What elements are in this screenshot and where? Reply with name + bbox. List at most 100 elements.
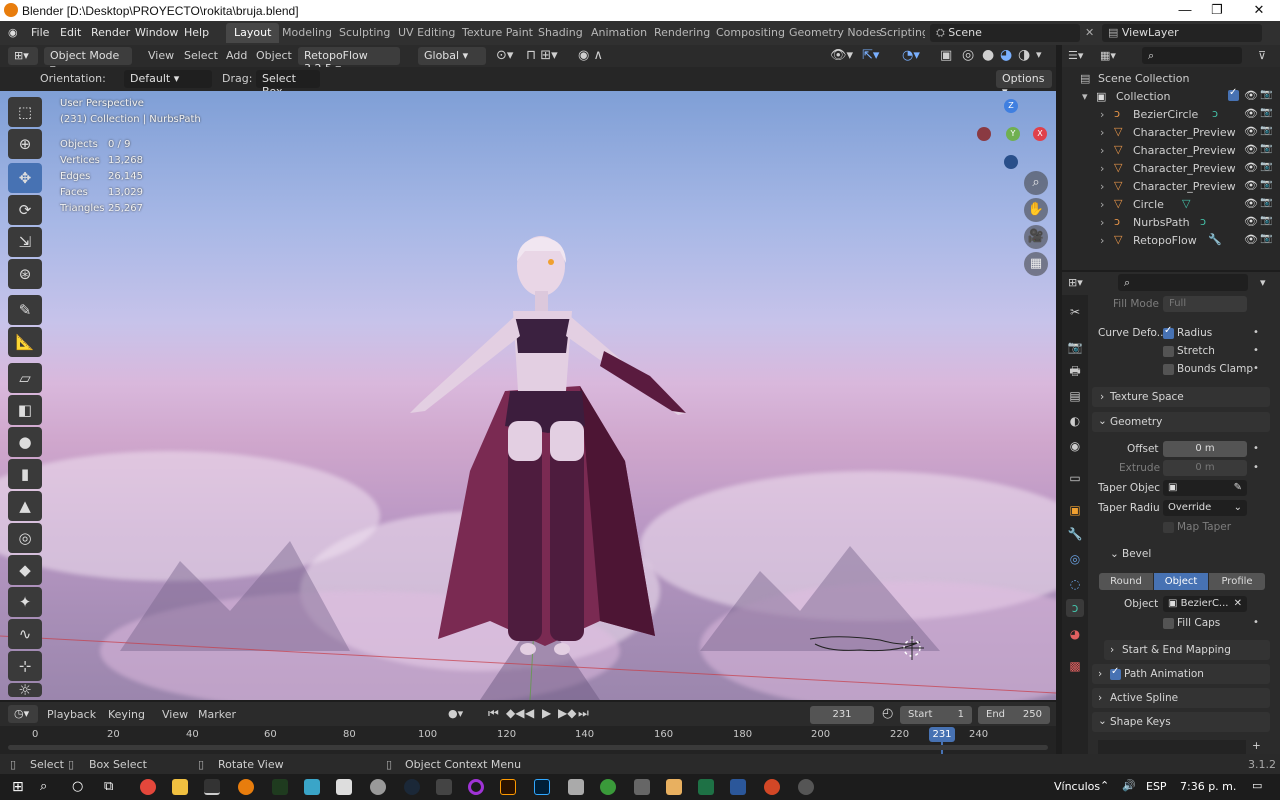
tab-modeling[interactable]: Modeling bbox=[282, 26, 332, 39]
tab-shading[interactable]: Shading bbox=[538, 26, 583, 39]
geometry-panel[interactable]: ⌄ Geometry bbox=[1092, 412, 1270, 432]
add-light-icon[interactable]: ☼ bbox=[8, 683, 42, 698]
expand-right-icon[interactable]: › bbox=[1100, 198, 1104, 211]
shading-options-icon[interactable]: ▾ bbox=[1036, 48, 1042, 61]
outliner-item[interactable]: › ↄ NurbsPath ↄ 👁 📷 bbox=[1062, 213, 1280, 231]
app-icon[interactable] bbox=[370, 779, 386, 795]
gizmo-z-axis[interactable]: Z bbox=[1004, 99, 1018, 113]
animate-dot-icon[interactable]: • bbox=[1253, 462, 1259, 473]
expand-right-icon[interactable]: › bbox=[1100, 108, 1104, 121]
taper-object-field[interactable]: ▣ ✎ bbox=[1163, 480, 1247, 496]
mode-dropdown[interactable]: Object Mode ▾ bbox=[44, 47, 132, 75]
offset-field[interactable]: 0 m bbox=[1163, 441, 1247, 457]
app-icon[interactable] bbox=[336, 779, 352, 795]
start-frame-field[interactable]: Start 1 bbox=[900, 706, 972, 724]
jump-end-icon[interactable]: ⏭ bbox=[578, 706, 589, 721]
retopoflow-menu[interactable]: RetopoFlow 3.2.5 ▾ bbox=[298, 47, 400, 75]
collection-checkbox[interactable] bbox=[1228, 87, 1239, 101]
animate-dot-icon[interactable]: • bbox=[1253, 363, 1259, 374]
bevel-mode-round[interactable]: Round bbox=[1099, 573, 1153, 590]
expand-right-icon[interactable]: › bbox=[1100, 162, 1104, 175]
timeline-scrollbar[interactable] bbox=[8, 745, 1048, 750]
active-spline-panel[interactable]: › Active Spline bbox=[1092, 688, 1270, 708]
add-sphere-icon[interactable]: ● bbox=[8, 427, 42, 457]
add-curve-icon[interactable]: ∿ bbox=[8, 619, 42, 649]
expand-right-icon[interactable]: › bbox=[1100, 180, 1104, 193]
path-animation-checkbox[interactable] bbox=[1110, 666, 1121, 680]
3d-viewport[interactable]: User Perspective (231) Collection | Nurb… bbox=[0, 91, 1056, 700]
eye-icon[interactable]: 👁 bbox=[1244, 161, 1258, 174]
add-mesh-icon[interactable]: ◆ bbox=[8, 555, 42, 585]
chrome-icon[interactable] bbox=[140, 779, 156, 795]
editor-type-icon[interactable]: ⊞▾ bbox=[8, 47, 38, 65]
blender-menu-icon[interactable]: ◉ bbox=[8, 26, 18, 39]
tab-rendering[interactable]: Rendering bbox=[654, 26, 710, 39]
gizmo-neg-x-axis[interactable] bbox=[977, 127, 991, 141]
outliner-item[interactable]: › ▽ Character_Preview 👁 📷 bbox=[1062, 141, 1280, 159]
play-reverse-icon[interactable]: ◀ bbox=[525, 706, 534, 720]
render-tab-icon[interactable]: 📷 bbox=[1066, 338, 1084, 356]
scene-tab-icon[interactable]: ◐ bbox=[1066, 412, 1084, 430]
start-end-mapping-panel[interactable]: › Start & End Mapping bbox=[1104, 640, 1270, 660]
eye-icon[interactable]: 👁 bbox=[1244, 107, 1258, 120]
pan-hand-icon[interactable]: ✋ bbox=[1024, 198, 1048, 222]
outliner-item[interactable]: › ▽ Character_Preview 👁 📷 bbox=[1062, 159, 1280, 177]
menu-edit[interactable]: Edit bbox=[60, 26, 81, 39]
notifications-icon[interactable]: ▭ bbox=[1252, 779, 1262, 792]
end-frame-field[interactable]: End 250 bbox=[978, 706, 1050, 724]
shading-wireframe-icon[interactable]: ◎ bbox=[962, 47, 974, 63]
outliner-item[interactable]: › ↄ BezierCircle ↄ 👁 📷 bbox=[1062, 105, 1280, 123]
view-layer-selector[interactable]: ▤ ViewLayer bbox=[1102, 24, 1262, 42]
object-tab-icon[interactable]: ▣ bbox=[1066, 501, 1084, 519]
tray-links-label[interactable]: Vínculos bbox=[1054, 780, 1100, 793]
eye-icon[interactable]: 👁 bbox=[1244, 215, 1258, 228]
outliner-item[interactable]: › ▽ Circle ▽ 👁 📷 bbox=[1062, 195, 1280, 213]
tab-layout[interactable]: Layout bbox=[226, 23, 280, 43]
tab-geometry-nodes[interactable]: Geometry Nodes bbox=[789, 26, 882, 39]
perspective-grid-icon[interactable]: ▦ bbox=[1024, 252, 1048, 276]
properties-options-icon[interactable]: ▾ bbox=[1260, 276, 1266, 289]
tray-arrow-icon[interactable]: ⌃ bbox=[1100, 779, 1109, 792]
powerpoint-icon[interactable] bbox=[764, 779, 780, 795]
gizmo-toggle-icon[interactable]: ⇱▾ bbox=[862, 48, 879, 63]
render-camera-icon[interactable]: 📷 bbox=[1260, 89, 1272, 100]
outliner-item[interactable]: › ▽ Character_Preview 👁 📷 bbox=[1062, 177, 1280, 195]
outliner-item[interactable]: › ▽ Character_Preview 👁 📷 bbox=[1062, 123, 1280, 141]
maximize-button[interactable]: ❐ bbox=[1202, 2, 1232, 18]
render-camera-icon[interactable]: 📷 bbox=[1260, 107, 1272, 118]
menu-marker[interactable]: Marker bbox=[198, 708, 236, 721]
photoshop-icon[interactable] bbox=[534, 779, 550, 795]
timeline-ruler[interactable]: 0 20 40 60 80 100 120 140 160 180 200 22… bbox=[0, 726, 1056, 754]
close-button[interactable]: ✕ bbox=[1244, 2, 1274, 18]
search-icon[interactable]: ⌕ bbox=[40, 779, 47, 794]
shading-solid-icon[interactable]: ● bbox=[982, 47, 994, 63]
app-icon[interactable] bbox=[666, 779, 682, 795]
shading-material-icon[interactable]: ◕ bbox=[1000, 47, 1012, 63]
curve-data-tab-icon[interactable]: ↄ bbox=[1066, 599, 1084, 617]
steam-icon[interactable] bbox=[404, 779, 420, 795]
prev-keyframe-icon[interactable]: ◆◀ bbox=[506, 706, 524, 720]
orientation-dropdown[interactable]: Default ▾ bbox=[124, 70, 212, 88]
render-camera-icon[interactable]: 📷 bbox=[1260, 179, 1272, 190]
xray-icon[interactable]: ▣ bbox=[940, 48, 952, 63]
eyedropper-icon[interactable]: ✎ bbox=[1234, 480, 1242, 496]
menu-playback[interactable]: Playback bbox=[47, 708, 96, 721]
material-tab-icon[interactable]: ◕ bbox=[1066, 625, 1084, 643]
file-explorer-icon[interactable] bbox=[172, 779, 188, 795]
display-mode-icon[interactable]: ▦▾ bbox=[1100, 49, 1116, 62]
app-icon[interactable] bbox=[204, 779, 220, 795]
expand-right-icon[interactable]: › bbox=[1100, 234, 1104, 247]
app-icon[interactable] bbox=[568, 779, 584, 795]
eye-icon[interactable]: 👁 bbox=[1244, 197, 1258, 210]
menu-add[interactable]: Add bbox=[226, 49, 247, 62]
menu-view[interactable]: View bbox=[148, 49, 174, 62]
timeline-editor-icon[interactable]: ◷▾ bbox=[8, 705, 38, 723]
bevel-mode-profile[interactable]: Profile bbox=[1209, 573, 1265, 590]
tab-compositing[interactable]: Compositing bbox=[716, 26, 785, 39]
eye-icon[interactable]: 👁 bbox=[1244, 179, 1258, 192]
add-cylinder-icon[interactable]: ▮ bbox=[8, 459, 42, 489]
menu-keying[interactable]: Keying bbox=[108, 708, 145, 721]
eye-icon[interactable]: 👁 bbox=[1244, 143, 1258, 156]
menu-select[interactable]: Select bbox=[184, 49, 218, 62]
properties-search[interactable]: ⌕ bbox=[1118, 274, 1248, 291]
